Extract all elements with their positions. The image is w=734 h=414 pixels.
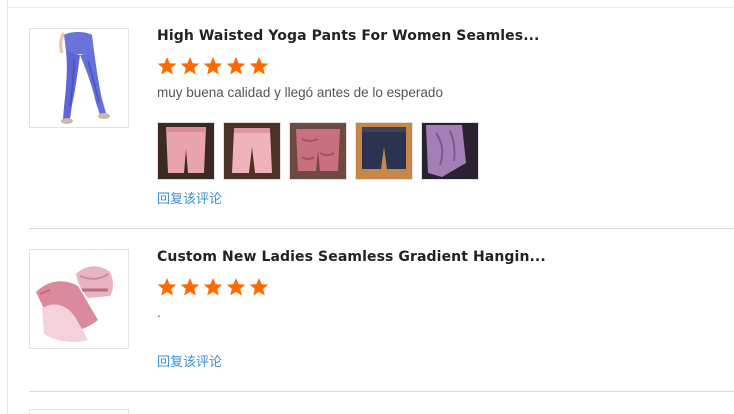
purple-fabric-photo — [422, 123, 478, 179]
review-photo[interactable] — [289, 122, 347, 180]
star-icon — [180, 57, 200, 75]
yoga-pants-image — [30, 29, 128, 127]
reply-to-review-link[interactable]: 回复该评论 — [157, 188, 222, 207]
star-icon — [226, 57, 246, 75]
reply-to-review-link[interactable]: 回复该评论 — [157, 351, 222, 370]
product-thumbnail[interactable] — [29, 28, 129, 128]
review-divider — [29, 391, 734, 392]
review-photo[interactable] — [223, 122, 281, 180]
pink-shorts-photo — [224, 123, 280, 179]
star-icon — [249, 57, 269, 75]
review-comment: . — [157, 305, 161, 320]
pink-shorts-photo — [158, 123, 214, 179]
review-photo[interactable] — [355, 122, 413, 180]
product-thumbnail[interactable] — [29, 249, 129, 349]
review-photo[interactable] — [157, 122, 215, 180]
product-title-link[interactable]: High Waisted Yoga Pants For Women Seamle… — [157, 28, 539, 44]
review-comment: muy buena calidad y llegó antes de lo es… — [157, 85, 443, 100]
gradient-set-image — [30, 250, 128, 348]
product-thumbnail[interactable] — [29, 409, 129, 414]
star-icon — [157, 57, 177, 75]
star-icon — [203, 57, 223, 75]
star-icon — [249, 278, 269, 296]
review-item: High Waisted Yoga Pants For Women Seamle… — [29, 28, 734, 218]
product-title-link[interactable]: Custom New Ladies Seamless Gradient Hang… — [157, 249, 546, 265]
review-item: Custom New Ladies Seamless Gradient Hang… — [29, 249, 734, 379]
top-divider — [7, 7, 734, 8]
star-rating — [157, 56, 269, 76]
review-photo[interactable] — [421, 122, 479, 180]
star-rating — [157, 277, 269, 297]
review-divider — [29, 228, 734, 229]
review-photos — [157, 122, 479, 180]
reviews-page: High Waisted Yoga Pants For Women Seamle… — [0, 0, 734, 414]
star-icon — [226, 278, 246, 296]
star-icon — [157, 278, 177, 296]
left-border — [7, 0, 8, 414]
star-icon — [203, 278, 223, 296]
navy-shorts-photo — [356, 123, 412, 179]
pink-scrunch-shorts-photo — [290, 123, 346, 179]
star-icon — [180, 278, 200, 296]
